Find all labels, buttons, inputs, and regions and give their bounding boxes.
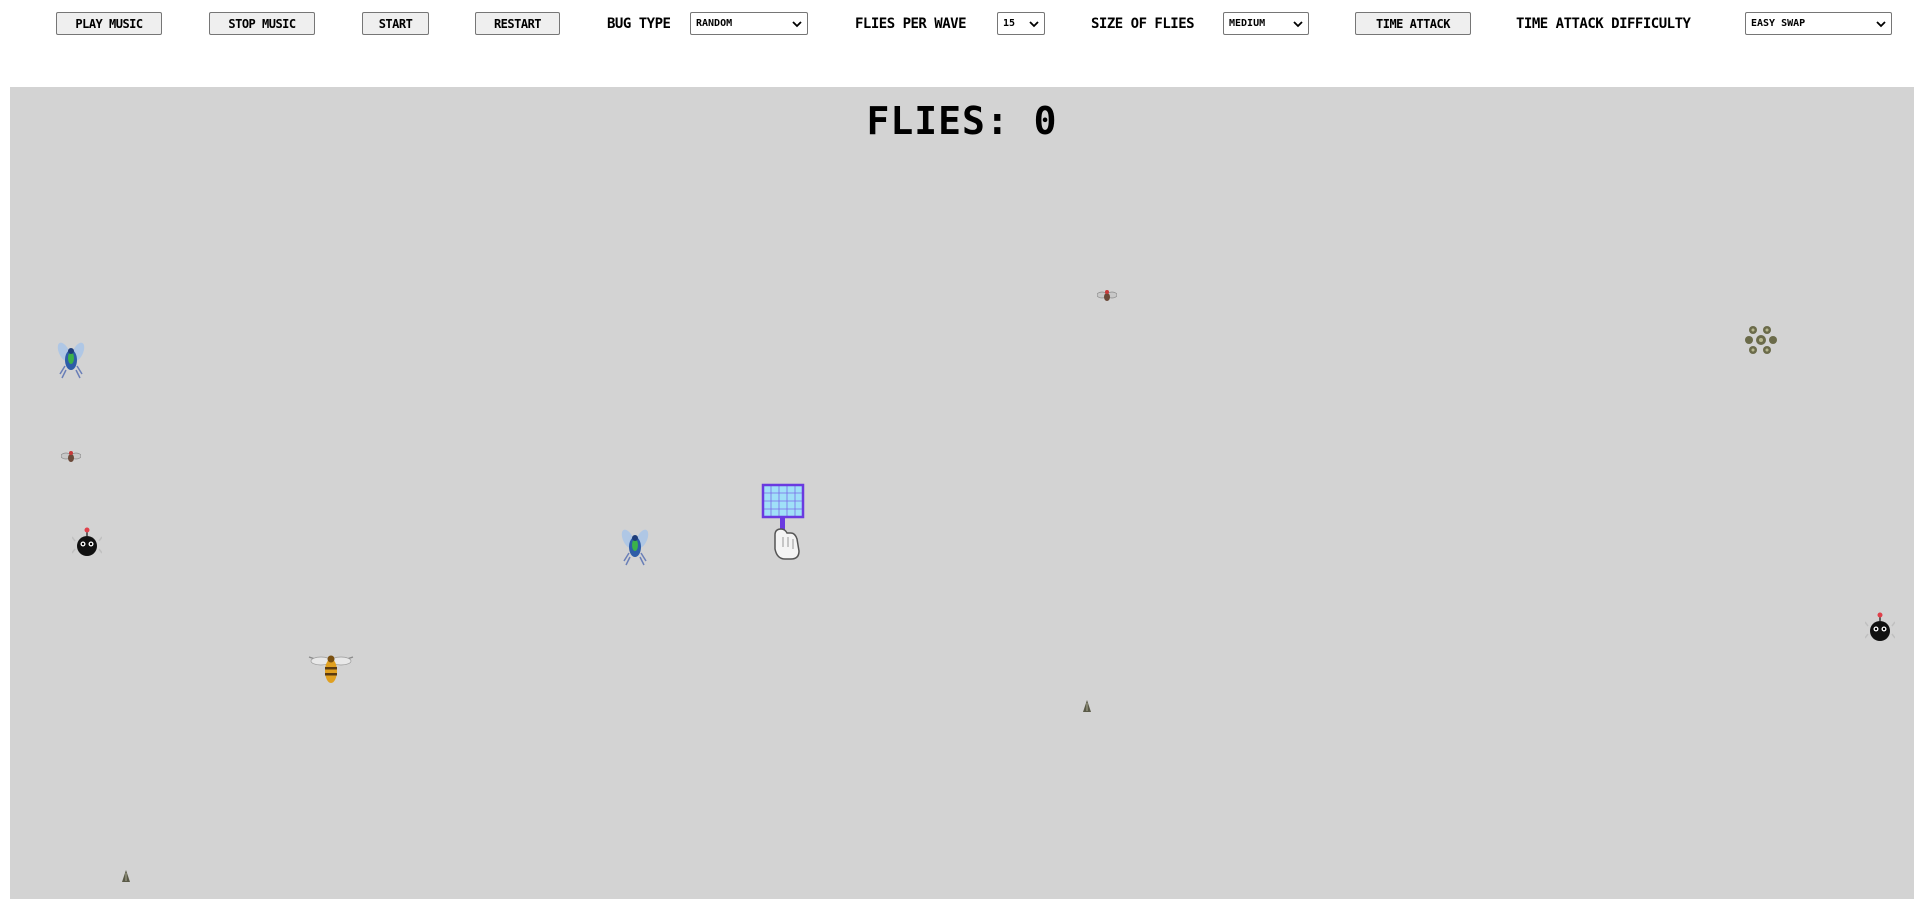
tiny-bug-icon[interactable] <box>1082 699 1092 713</box>
flies-per-wave-select[interactable]: 15 <box>997 12 1045 35</box>
black-bug-icon[interactable] <box>72 527 102 559</box>
wasp-icon[interactable] <box>307 651 355 687</box>
chevron-down-icon <box>1876 20 1886 27</box>
play-music-button[interactable]: PLAY MUSIC <box>56 12 162 35</box>
stop-music-button[interactable]: STOP MUSIC <box>209 12 315 35</box>
blue-fly-icon[interactable] <box>620 527 650 567</box>
game-arena[interactable]: FLIES: 0 <box>10 87 1914 899</box>
black-bug-icon[interactable] <box>1865 612 1895 644</box>
time-attack-difficulty-value: EASY SWAP <box>1751 18 1806 29</box>
flies-per-wave-value: 15 <box>1003 18 1016 29</box>
chevron-down-icon <box>1029 20 1039 27</box>
size-of-flies-select[interactable]: MEDIUM <box>1223 12 1309 35</box>
size-of-flies-label: SIZE OF FLIES <box>1091 15 1195 32</box>
time-attack-button[interactable]: TIME ATTACK <box>1355 12 1471 35</box>
small-fly-icon[interactable] <box>1097 288 1117 304</box>
restart-button[interactable]: RESTART <box>475 12 560 35</box>
tiny-bug-icon[interactable] <box>121 869 131 883</box>
chevron-down-icon <box>1293 20 1303 27</box>
blue-fly-icon[interactable] <box>56 340 86 380</box>
time-attack-difficulty-select[interactable]: EASY SWAP <box>1745 12 1892 35</box>
start-button[interactable]: START <box>362 12 429 35</box>
small-fly-icon[interactable] <box>61 449 81 465</box>
fly-score-counter: FLIES: 0 <box>866 99 1058 143</box>
fly-swatter-cursor-icon <box>761 483 809 563</box>
bug-type-value: RANDOM <box>696 18 733 29</box>
chevron-down-icon <box>792 20 802 27</box>
bug-type-select[interactable]: RANDOM <box>690 12 808 35</box>
flies-per-wave-label: FLIES PER WAVE <box>855 15 967 32</box>
time-attack-difficulty-label: TIME ATTACK DIFFICULTY <box>1516 15 1691 32</box>
bug-type-label: BUG TYPE <box>607 15 671 32</box>
size-of-flies-value: MEDIUM <box>1229 18 1266 29</box>
spider-cluster-icon[interactable] <box>1741 320 1781 360</box>
toolbar: PLAY MUSIC STOP MUSIC START RESTART BUG … <box>0 0 1920 48</box>
